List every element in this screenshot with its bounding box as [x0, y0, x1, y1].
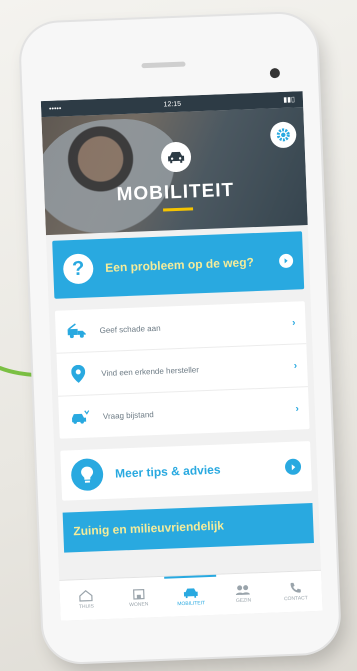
promo-banner-text: Zuinig en milieuvriendelijk [73, 518, 225, 539]
building-icon [132, 588, 145, 600]
tow-truck-icon [65, 320, 88, 343]
car-crash-icon [69, 405, 92, 428]
action-list: Geef schade aan › Vind een erkende herst… [54, 301, 310, 439]
road-problem-card[interactable]: ? Een probleem op de weg? [52, 231, 305, 299]
hero-banner: MOBILITEIT [41, 107, 308, 236]
tab-mobility[interactable]: MOBILITEIT [163, 574, 218, 617]
location-pin-icon [67, 363, 90, 386]
phone-icon [290, 582, 301, 593]
list-item-label: Vraag bijstand [102, 409, 154, 421]
people-icon [236, 585, 251, 596]
tab-label: THUIS [78, 603, 95, 611]
tab-living[interactable]: WONEN [112, 577, 166, 619]
list-item-request-assistance[interactable]: Vraag bijstand › [58, 387, 309, 439]
tab-contact[interactable]: CONTACT [269, 571, 323, 613]
tab-family[interactable]: GEZIN [216, 573, 270, 615]
tab-label: MOBILITEIT [177, 600, 206, 608]
list-item-label: Geef schade aan [99, 323, 161, 335]
bottom-tab-bar: THUIS WONEN MOBILITEIT GEZIN CONTACT [59, 569, 323, 621]
front-camera [269, 67, 281, 79]
battery-indicator: ▮▮▯ [283, 96, 296, 104]
more-tips-text: Meer tips & advies [114, 462, 221, 481]
tab-label: WONEN [129, 601, 149, 609]
list-item-label: Vind een erkende hersteller [101, 364, 200, 378]
speaker-grille [141, 61, 186, 69]
promo-banner[interactable]: Zuinig en milieuvriendelijk [62, 503, 314, 553]
tab-home[interactable]: THUIS [59, 579, 113, 621]
carrier-signal: ••••• [48, 104, 62, 113]
chevron-right-icon: › [291, 317, 296, 329]
tab-label: GEZIN [235, 597, 252, 605]
status-time: 12:15 [163, 100, 182, 108]
chevron-right-icon [284, 458, 302, 476]
lightbulb-icon [70, 458, 104, 492]
chevron-right-icon [278, 253, 294, 269]
more-tips-card[interactable]: Meer tips & advies [60, 441, 312, 501]
chevron-right-icon: › [293, 360, 298, 372]
tab-label: CONTACT [283, 595, 308, 603]
chevron-right-icon: › [295, 402, 300, 415]
car-icon [183, 588, 198, 599]
home-icon [79, 590, 93, 602]
phone-frame: ••••• 12:15 ▮▮▯ MOBILITEIT ? Een problee… [19, 12, 341, 664]
question-icon: ? [62, 253, 94, 285]
road-problem-text: Een probleem op de weg? [104, 254, 255, 275]
gear-icon [276, 128, 290, 142]
app-screen: ••••• 12:15 ▮▮▯ MOBILITEIT ? Een problee… [40, 91, 323, 621]
